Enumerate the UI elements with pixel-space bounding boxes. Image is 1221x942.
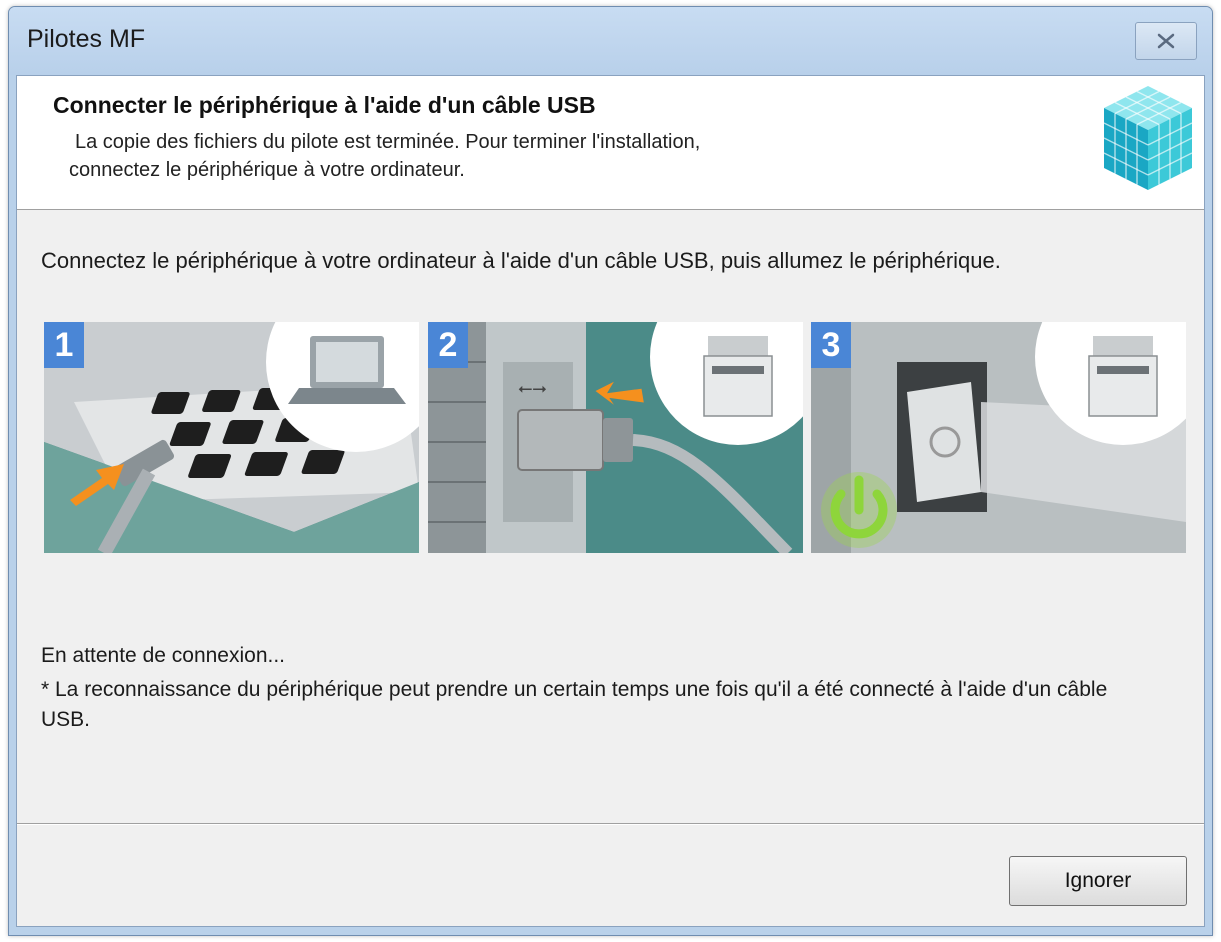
ignore-button[interactable]: Ignorer [1009,856,1187,906]
printer-usb-port-icon: ⭠⭢ [428,322,803,553]
step-3-badge: 3 [811,322,851,368]
close-icon [1157,33,1175,49]
dialog-client-area: Connecter le périphérique à l'aide d'un … [16,75,1205,927]
svg-text:⭠⭢: ⭠⭢ [518,378,547,399]
installer-window: Pilotes MF Connecter le périphérique à l… [8,6,1213,936]
header-title: Connecter le périphérique à l'aide d'un … [53,92,596,118]
footer-divider [17,823,1204,825]
step-1-badge: 1 [44,322,84,368]
laptop-usb-icon [44,322,419,553]
header-subtitle-line-1: La copie des fichiers du pilote est term… [75,131,701,153]
header-subtitle-line-2: connectez le périphérique à votre ordina… [69,159,465,181]
header-subtitle: La copie des fichiers du pilote est term… [69,128,975,184]
step-2-panel: ⭠⭢ 2 [428,322,803,553]
step-3-panel: 3 [811,322,1186,553]
power-switch-icon [811,322,1186,553]
step-2-badge: 2 [428,322,468,368]
dialog-header: Connecter le périphérique à l'aide d'un … [17,76,1204,210]
cube-logo-icon [1103,86,1193,190]
step-1-panel: 1 [44,322,419,553]
steps-illustration: 1 ⭠⭢ 2 3 [44,322,1187,557]
status-text: En attente de connexion... [41,644,286,667]
close-button[interactable] [1135,22,1197,60]
title-bar[interactable]: Pilotes MF [9,7,1212,75]
note-text: * La reconnaissance du périphérique peut… [41,678,1108,731]
instruction-text: Connectez le périphérique à votre ordina… [41,248,1001,273]
window-title: Pilotes MF [27,25,146,53]
